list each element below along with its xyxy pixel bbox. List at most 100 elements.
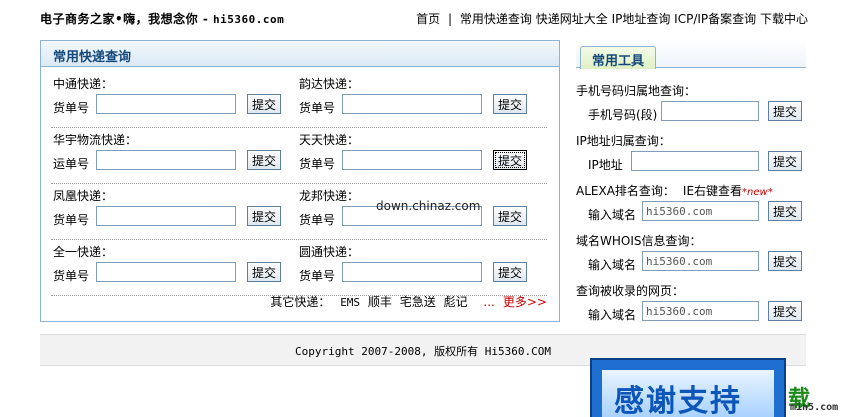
tracking-label: 货单号 — [299, 101, 336, 115]
express-cell-fenghuang: 凤凰快递： 货单号 提交 — [53, 184, 301, 236]
nav-ip-query[interactable]: IP地址查询 — [612, 12, 671, 26]
submit-button-yunda[interactable]: 提交 — [493, 94, 527, 114]
nav-home[interactable]: 首页 — [416, 12, 440, 26]
alexa-domain-input[interactable] — [642, 201, 759, 221]
tool-title: IP地址归属查询： — [576, 134, 671, 148]
tool-label: 手机号码(段) — [588, 108, 658, 122]
more-link[interactable]: 更多>> — [503, 295, 547, 309]
indexed-domain-input[interactable] — [642, 301, 759, 321]
express-query-panel: 常用快递查询 中通快递： 货单号 提交 韵达快递： 货单号 提交 华宇物流快递：… — [40, 40, 560, 322]
link-biaoji[interactable]: 彪记 — [444, 295, 468, 309]
link-zhaijisong[interactable]: 宅急送 — [400, 295, 436, 309]
other-express-links: 其它快递： EMS 顺丰 宅急送 彪记 ... 更多>> — [270, 293, 547, 310]
nav-separator: | — [448, 12, 453, 26]
site-tagline: •嗨，我想念你 - — [115, 12, 214, 26]
submit-button-yuantong[interactable]: 提交 — [493, 262, 527, 282]
tools-tabbar: 常用工具 — [576, 40, 806, 69]
tracking-label: 运单号 — [53, 157, 90, 171]
ip-submit-button[interactable]: 提交 — [768, 151, 802, 171]
express-panel-header: 常用快递查询 — [41, 41, 559, 67]
express-name: 圆通快递： — [299, 245, 360, 259]
express-name: 凤凰快递： — [53, 189, 114, 203]
thanks-banner-inner: 感谢支持 — [602, 370, 774, 417]
whois-domain-input[interactable] — [642, 251, 759, 271]
thanks-banner-text: 感谢支持 — [614, 384, 742, 417]
corner-logo-text: min5.com — [790, 402, 839, 413]
tracking-input-yunda[interactable] — [342, 94, 482, 114]
tracking-input-huayu[interactable] — [96, 150, 236, 170]
new-badge: *new* — [742, 187, 773, 198]
express-row: 华宇物流快递： 运单号 提交 天天快递： 货单号 提交 — [51, 128, 547, 184]
tracking-input-quanyi[interactable] — [96, 262, 236, 282]
phone-number-input[interactable] — [661, 101, 759, 121]
express-cell-huayu: 华宇物流快递： 运单号 提交 — [53, 128, 301, 180]
submit-button-tiantian[interactable]: 提交 — [493, 150, 527, 170]
watermark-text: down.chinaz.com — [376, 199, 481, 213]
other-express-label: 其它快递： — [270, 295, 331, 309]
express-name: 华宇物流快递： — [53, 133, 138, 147]
nav-icp-query[interactable]: ICP/IP备案查询 — [674, 12, 756, 26]
tool-label: 输入域名 — [588, 258, 637, 272]
link-ems[interactable]: EMS — [340, 296, 360, 309]
express-name: 中通快递： — [53, 77, 114, 91]
tracking-label: 货单号 — [299, 269, 336, 283]
alexa-submit-button[interactable]: 提交 — [768, 201, 802, 221]
tracking-label: 货单号 — [299, 157, 336, 171]
tracking-input-yuantong[interactable] — [342, 262, 482, 282]
tracking-label: 货单号 — [53, 213, 90, 227]
express-cell-yunda: 韵达快递： 货单号 提交 — [299, 72, 547, 124]
submit-button-zhongtong[interactable]: 提交 — [247, 94, 281, 114]
site-domain: hi5360.com — [213, 13, 285, 26]
submit-button-fenghuang[interactable]: 提交 — [247, 206, 281, 226]
top-nav: 首页 | 常用快递查询 快递网址大全 IP地址查询 ICP/IP备案查询 下载中… — [416, 10, 808, 27]
tab-common-tools[interactable]: 常用工具 — [580, 46, 656, 69]
express-name: 龙邦快递： — [299, 189, 360, 203]
tracking-label: 货单号 — [299, 213, 336, 227]
tracking-label: 货单号 — [53, 101, 90, 115]
tool-title: 域名WHOIS信息查询： — [576, 234, 702, 248]
tracking-label: 货单号 — [53, 269, 90, 283]
express-name: 天天快递： — [299, 133, 360, 147]
nav-express-query[interactable]: 常用快递查询 — [460, 12, 532, 26]
tracking-input-zhongtong[interactable] — [96, 94, 236, 114]
submit-button-quanyi[interactable]: 提交 — [247, 262, 281, 282]
tools-panel: 常用工具 手机号码归属地查询： 手机号码(段) 提交 IP地址归属查询： IP地… — [576, 40, 806, 322]
tool-ip-lookup: IP地址归属查询： IP地址 提交 — [576, 132, 806, 180]
tool-label: 输入域名 — [588, 308, 637, 322]
express-cell-yuantong: 圆通快递： 货单号 提交 — [299, 240, 547, 292]
tool-label: 输入域名 — [588, 208, 637, 222]
tool-note: IE右键查看 — [682, 184, 743, 198]
tool-alexa-rank: ALEXA排名查询： IE右键查看*new* 输入域名 提交 — [576, 182, 806, 230]
express-cell-zhongtong: 中通快递： 货单号 提交 — [53, 72, 301, 124]
tracking-input-fenghuang[interactable] — [96, 206, 236, 226]
site-title-name: 电子商务之家 — [40, 12, 116, 26]
ellipsis: ... — [483, 295, 495, 309]
express-panel-title: 常用快递查询 — [53, 50, 132, 65]
tracking-input-tiantian[interactable] — [342, 150, 482, 170]
tool-phone-lookup: 手机号码归属地查询： 手机号码(段) 提交 — [576, 82, 806, 130]
phone-submit-button[interactable]: 提交 — [768, 101, 802, 121]
tool-whois: 域名WHOIS信息查询： 输入域名 提交 — [576, 232, 806, 280]
express-cell-tiantian: 天天快递： 货单号 提交 — [299, 128, 547, 180]
submit-button-longbang[interactable]: 提交 — [493, 206, 527, 226]
thanks-banner: 感谢支持 — [590, 358, 786, 417]
tool-title-text: ALEXA排名查询： — [576, 184, 675, 198]
express-row: 中通快递： 货单号 提交 韵达快递： 货单号 提交 — [51, 72, 547, 128]
indexed-submit-button[interactable]: 提交 — [768, 301, 802, 321]
ip-address-input[interactable] — [631, 151, 759, 171]
submit-button-huayu[interactable]: 提交 — [247, 150, 281, 170]
link-shunfeng[interactable]: 顺丰 — [368, 295, 392, 309]
tool-indexed-pages: 查询被收录的网页： 输入域名 提交 — [576, 282, 806, 330]
express-cell-quanyi: 全一快递： 货单号 提交 — [53, 240, 301, 292]
copyright-text: Copyright 2007-2008, 版权所有 Hi5360.COM — [295, 345, 551, 358]
tool-label: IP地址 — [588, 158, 623, 172]
tool-title: 手机号码归属地查询： — [576, 84, 697, 98]
tool-title: 查询被收录的网页： — [576, 284, 685, 298]
express-row: 全一快递： 货单号 提交 圆通快递： 货单号 提交 — [51, 240, 547, 296]
page-header: 电子商务之家•嗨，我想念你 - hi5360.com 首页 | 常用快递查询 快… — [0, 0, 852, 36]
express-name: 韵达快递： — [299, 77, 360, 91]
whois-submit-button[interactable]: 提交 — [768, 251, 802, 271]
nav-download-center[interactable]: 下载中心 — [760, 12, 808, 26]
tool-title: ALEXA排名查询： IE右键查看*new* — [576, 182, 773, 199]
nav-express-sites[interactable]: 快递网址大全 — [536, 12, 608, 26]
